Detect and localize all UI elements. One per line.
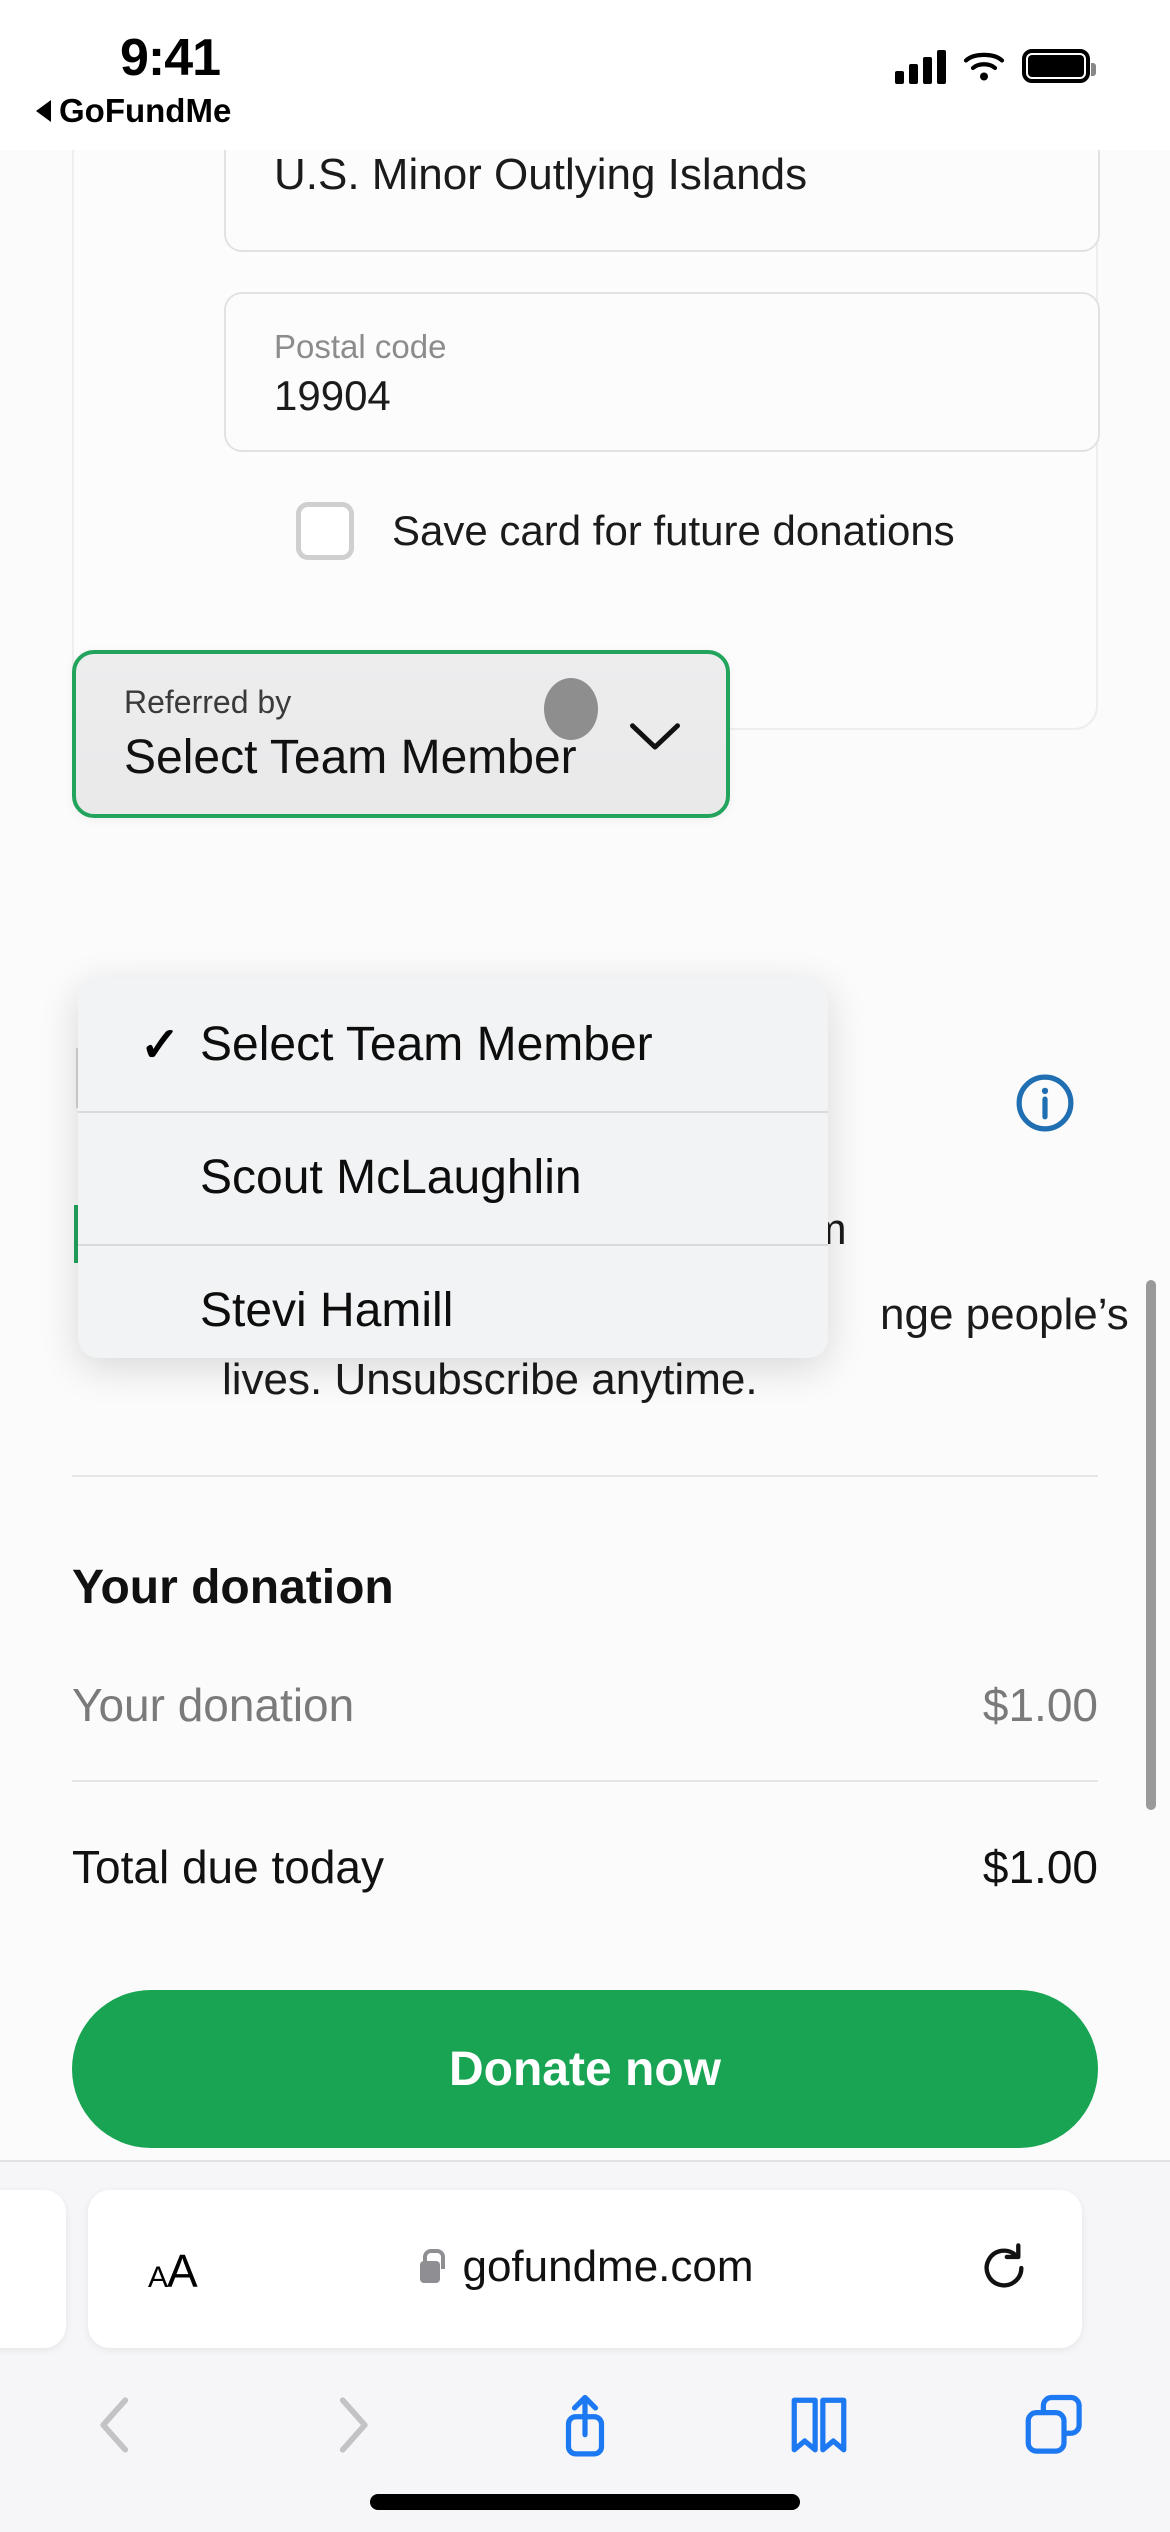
- save-card-checkbox[interactable]: [296, 502, 354, 560]
- webpage-content: U.S. Minor Outlying Islands Postal code …: [0, 150, 1170, 2160]
- safari-bottom-chrome: AA gofundme.com: [0, 2160, 1170, 2532]
- phone-screen: U.S. Minor Outlying Islands Postal code …: [0, 0, 1170, 2532]
- save-card-label: Save card for future donations: [392, 507, 955, 554]
- summary-label: Total due today: [72, 1841, 385, 1893]
- triangle-left-icon: [36, 100, 51, 122]
- background-text-line-4: lives. Unsubscribe anytime.: [222, 1355, 758, 1404]
- tabs-button[interactable]: [936, 2380, 1170, 2470]
- dropdown-option-select-team-member[interactable]: ✓ Select Team Member: [78, 978, 828, 1111]
- summary-amount: $1.00: [982, 1679, 1098, 1731]
- info-circle-icon[interactable]: [1012, 1070, 1078, 1136]
- dropdown-option-label: Stevi Hamill: [200, 1284, 454, 1337]
- lock-icon: [416, 2249, 446, 2285]
- reload-icon[interactable]: [978, 2242, 1030, 2294]
- back-button[interactable]: [0, 2380, 234, 2470]
- postal-code-label: Postal code: [274, 328, 447, 365]
- check-icon: ✓: [140, 1018, 181, 1072]
- url-text: gofundme.com: [462, 2242, 754, 2291]
- dropdown-option-stevi-hamill[interactable]: Stevi Hamill: [78, 1244, 828, 1358]
- postal-code-value: 19904: [274, 372, 391, 419]
- save-card-row[interactable]: Save card for future donations: [296, 502, 955, 560]
- back-to-app-button[interactable]: GoFundMe: [36, 92, 231, 130]
- status-bar: 9:41 GoFundMe: [0, 0, 1170, 150]
- bookmarks-button[interactable]: [702, 2380, 936, 2470]
- summary-amount: $1.00: [982, 1841, 1098, 1893]
- referred-by-label: Referred by: [124, 684, 292, 720]
- donate-now-button[interactable]: Donate now: [72, 1990, 1098, 2148]
- url-display[interactable]: gofundme.com: [88, 2242, 1082, 2292]
- country-field[interactable]: U.S. Minor Outlying Islands: [224, 150, 1100, 252]
- status-bar-indicators: [895, 48, 1096, 84]
- team-member-dropdown-menu[interactable]: ✓ Select Team Member Scout McLaughlin St…: [78, 978, 828, 1358]
- summary-label: Your donation: [72, 1679, 355, 1731]
- safari-toolbar: [0, 2380, 1170, 2470]
- referred-by-select[interactable]: Referred by Select Team Member: [72, 650, 730, 818]
- home-indicator: [370, 2494, 800, 2510]
- payment-card-container: U.S. Minor Outlying Islands Postal code …: [72, 150, 1100, 730]
- section-divider-top: [72, 1475, 1098, 1477]
- forward-button[interactable]: [234, 2380, 468, 2470]
- dropdown-option-scout-mclaughlin[interactable]: Scout McLaughlin: [78, 1111, 828, 1244]
- donation-summary-heading: Your donation: [72, 1561, 394, 1614]
- page-scrollbar[interactable]: [1146, 1280, 1156, 1810]
- back-to-app-label: GoFundMe: [59, 92, 232, 129]
- section-divider-bottom: [72, 1780, 1098, 1782]
- adjacent-tab-peek[interactable]: [0, 2190, 66, 2348]
- referred-by-value: Select Team Member: [124, 731, 577, 784]
- signal-bars-icon: [895, 48, 946, 84]
- battery-icon: [1022, 49, 1096, 83]
- country-value: U.S. Minor Outlying Islands: [274, 150, 808, 199]
- url-bar[interactable]: AA gofundme.com: [88, 2190, 1082, 2348]
- person-avatar-icon: [544, 678, 598, 740]
- share-button[interactable]: [468, 2380, 702, 2470]
- dropdown-option-label: Select Team Member: [200, 1018, 653, 1071]
- postal-code-field[interactable]: Postal code 19904: [224, 292, 1100, 452]
- summary-row-your-donation: Your donation $1.00: [72, 1678, 1098, 1732]
- status-bar-clock: 9:41: [120, 29, 221, 87]
- chevron-down-icon[interactable]: [628, 720, 682, 754]
- wifi-icon: [963, 52, 1005, 81]
- dropdown-option-label: Scout McLaughlin: [200, 1151, 582, 1204]
- summary-row-total-due: Total due today $1.00: [72, 1840, 1098, 1894]
- background-text-line-3: nge people’s: [880, 1290, 1129, 1339]
